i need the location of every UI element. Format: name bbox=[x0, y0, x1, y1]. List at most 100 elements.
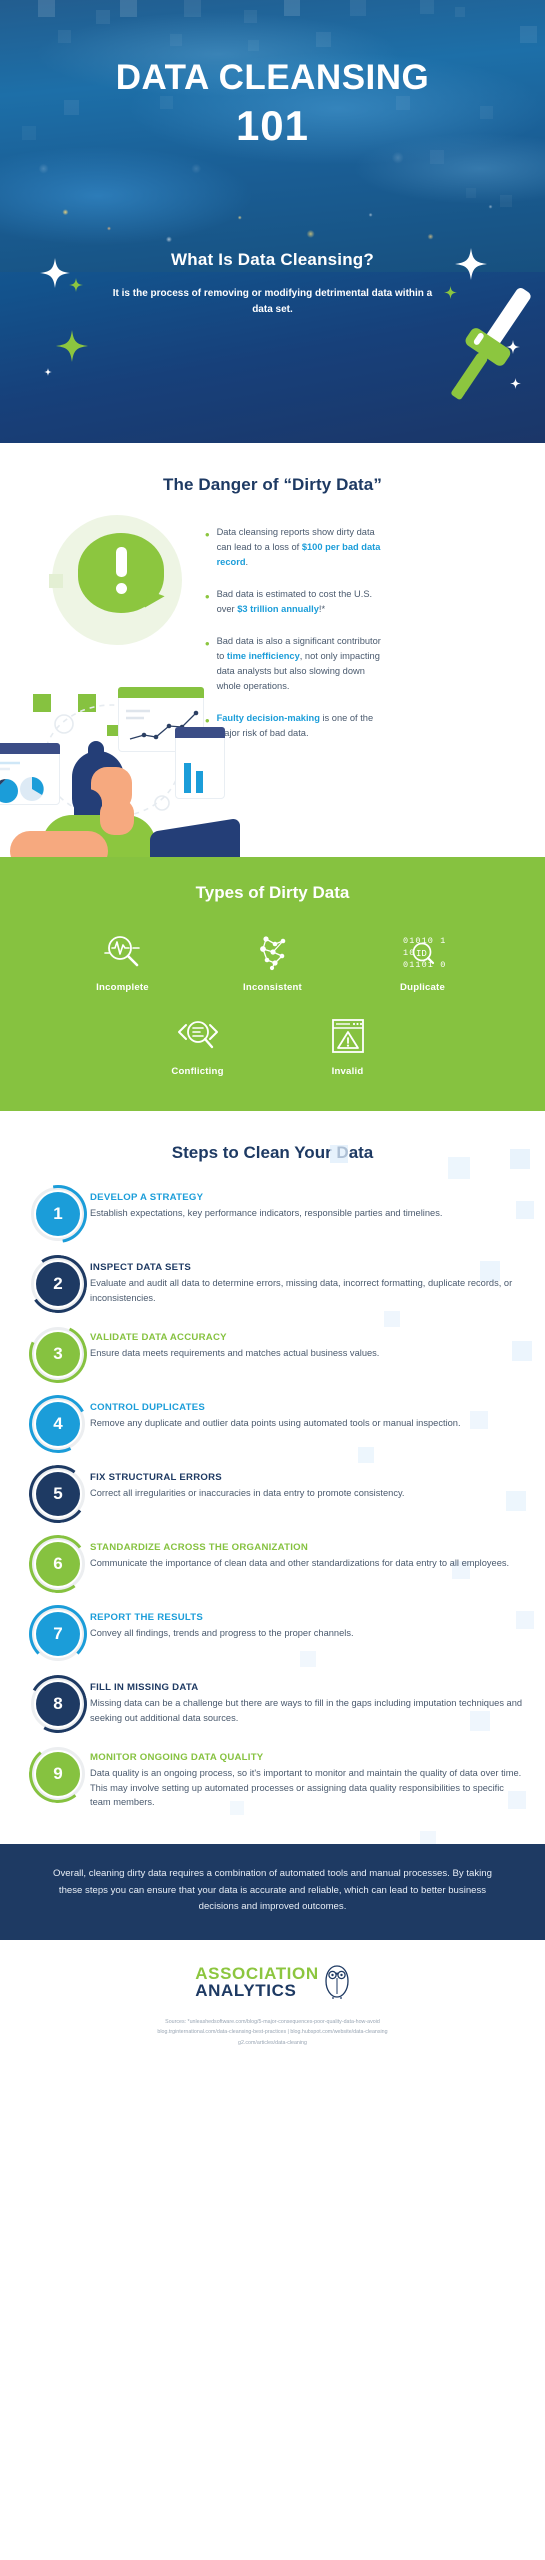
step-body: Data quality is an ongoing process, so i… bbox=[90, 1768, 522, 1808]
list-item: • Bad data is also a significant contrib… bbox=[205, 634, 529, 694]
step-number: 6 bbox=[53, 1554, 63, 1573]
bullet-text: Faulty decision-making is one of the maj… bbox=[216, 713, 374, 739]
danger-title: The Danger of “Dirty Data” bbox=[163, 475, 382, 494]
speech-bubble-tail bbox=[144, 589, 166, 611]
sources-note: Sources: *unleashedsoftware.com/blog/5-m… bbox=[0, 2017, 545, 2049]
step-badge: 2 bbox=[24, 1250, 92, 1318]
step-number-circle: 9 bbox=[36, 1752, 80, 1796]
decorative-square bbox=[316, 32, 331, 47]
list-item: • Data cleansing reports show dirty data… bbox=[205, 525, 529, 570]
sources-line-2: blog.trginternational.com/data-cleansing… bbox=[157, 2029, 388, 2036]
type-label: Duplicate bbox=[400, 982, 445, 993]
step-number-circle: 4 bbox=[36, 1402, 80, 1446]
step-heading: REPORT THE RESULTS bbox=[90, 1612, 204, 1623]
decorative-square bbox=[120, 0, 137, 17]
step-badge: 7 bbox=[26, 1605, 90, 1663]
step-heading: INSPECT DATA SETS bbox=[90, 1262, 192, 1273]
step-number: 3 bbox=[53, 1344, 63, 1363]
type-item-conflicting: Conflicting bbox=[123, 1013, 273, 1077]
sparkle-icon bbox=[56, 330, 88, 362]
danger-body: • Data cleansing reports show dirty data… bbox=[0, 515, 545, 857]
step-body: Remove any duplicate and outlier data po… bbox=[90, 1418, 461, 1428]
browser-warning-icon bbox=[273, 1013, 423, 1059]
window-titlebar bbox=[118, 687, 204, 698]
step-heading: FILL IN MISSING DATA bbox=[90, 1682, 199, 1693]
decorative-square bbox=[284, 0, 300, 16]
page-title-number: 101 bbox=[235, 101, 310, 149]
decorative-square bbox=[448, 1157, 470, 1179]
step-badge: 6 bbox=[25, 1531, 91, 1597]
decorative-square bbox=[350, 0, 366, 16]
exclamation-dot-icon bbox=[116, 583, 127, 594]
footer-section: ASSOCIATION ANALYTICS Sources: *unleashe… bbox=[0, 1939, 545, 2065]
step-body: Establish expectations, key performance … bbox=[90, 1208, 443, 1218]
step-number-circle: 3 bbox=[36, 1332, 80, 1376]
logo-line-2: ANALYTICS bbox=[195, 1980, 297, 2000]
types-title: Types of Dirty Data bbox=[195, 883, 350, 902]
hero-question: What Is Data Cleansing? bbox=[171, 250, 374, 269]
types-section: Types of Dirty Data Incomplete Inconsist… bbox=[0, 857, 545, 1111]
type-item-incomplete: Incomplete bbox=[48, 929, 198, 993]
conclusion-section: Overall, cleaning dirty data requires a … bbox=[0, 1844, 545, 1940]
decorative-square bbox=[96, 10, 110, 24]
decorative-square bbox=[510, 1149, 530, 1169]
step-heading: MONITOR ONGOING DATA QUALITY bbox=[90, 1752, 264, 1763]
bullet-dot-icon: • bbox=[205, 527, 210, 542]
bullet-text: Bad data is also a significant contribut… bbox=[216, 636, 381, 692]
step-item: 3 VALIDATE DATA ACCURACY Ensure data mee… bbox=[0, 1316, 545, 1392]
decorative-square bbox=[49, 574, 63, 588]
step-item: 1 DEVELOP A STRATEGY Establish expectati… bbox=[0, 1173, 545, 1255]
step-body: Evaluate and audit all data to determine… bbox=[90, 1278, 513, 1303]
magnifier-arrows-icon bbox=[123, 1013, 273, 1059]
bullet-text: Data cleansing reports show dirty data c… bbox=[216, 527, 381, 568]
bullet-dot-icon: • bbox=[205, 589, 210, 605]
step-number: 2 bbox=[53, 1274, 63, 1293]
binary-magnifier-icon: 01010 10 10 01 01101 01 ID bbox=[348, 929, 498, 975]
step-item: 6 STANDARDIZE ACROSS THE ORGANIZATION Co… bbox=[0, 1531, 545, 1597]
decorative-square bbox=[58, 30, 71, 43]
person-hand bbox=[100, 799, 134, 835]
svg-text:01101 01: 01101 01 bbox=[403, 960, 446, 970]
type-label: Inconsistent bbox=[243, 982, 302, 993]
type-label: Invalid bbox=[331, 1066, 364, 1077]
step-badge: 5 bbox=[25, 1461, 91, 1527]
danger-bullet-list: • Data cleansing reports show dirty data… bbox=[205, 519, 545, 849]
hero-heading-block: DATA CLEANSING 101 bbox=[0, 58, 545, 150]
person-arm bbox=[10, 831, 108, 857]
type-label: Incomplete bbox=[96, 982, 149, 993]
window-titlebar bbox=[0, 743, 60, 754]
sparkle-icon bbox=[44, 368, 52, 376]
step-number: 9 bbox=[53, 1764, 63, 1783]
decorative-square bbox=[430, 150, 444, 164]
step-body: Ensure data meets requirements and match… bbox=[90, 1348, 380, 1358]
step-badge: 3 bbox=[20, 1316, 96, 1392]
type-label: Conflicting bbox=[171, 1066, 224, 1077]
step-heading: VALIDATE DATA ACCURACY bbox=[90, 1332, 227, 1343]
step-number: 8 bbox=[53, 1694, 63, 1713]
step-heading: DEVELOP A STRATEGY bbox=[90, 1192, 204, 1203]
step-number: 4 bbox=[53, 1414, 63, 1433]
step-item: 4 CONTROL DUPLICATES Remove any duplicat… bbox=[0, 1387, 545, 1461]
step-item: 7 REPORT THE RESULTS Convey all findings… bbox=[0, 1605, 545, 1663]
brand-logo: ASSOCIATION ANALYTICS bbox=[195, 1964, 349, 2000]
step-badge: 1 bbox=[17, 1173, 99, 1255]
types-row-1: Incomplete Inconsistent 01010 1 10 01101… bbox=[0, 929, 545, 993]
step-body: Correct all irregularities or inaccuraci… bbox=[90, 1488, 405, 1498]
decorative-square bbox=[170, 34, 182, 46]
page-title: DATA CLEANSING bbox=[115, 58, 430, 97]
logo-line-1: ASSOCIATION bbox=[195, 1963, 319, 1983]
step-item: 9 MONITOR ONGOING DATA QUALITY Data qual… bbox=[0, 1742, 545, 1810]
infographic-page: DATA CLEANSING 101 What Is Data Cleansin… bbox=[0, 0, 545, 2065]
types-row-2: Conflicting Invalid bbox=[0, 1013, 545, 1077]
decorative-square bbox=[420, 1831, 436, 1845]
step-number: 5 bbox=[53, 1484, 63, 1503]
decorative-square bbox=[38, 0, 55, 17]
step-badge: 9 bbox=[26, 1742, 90, 1806]
decorative-square bbox=[455, 7, 465, 17]
danger-illustration bbox=[0, 515, 240, 857]
step-body: Missing data can be a challenge but ther… bbox=[90, 1698, 523, 1723]
decorative-square bbox=[184, 0, 201, 17]
decorative-square bbox=[520, 26, 537, 43]
decorative-square bbox=[466, 188, 476, 198]
network-nodes-icon bbox=[198, 929, 348, 975]
